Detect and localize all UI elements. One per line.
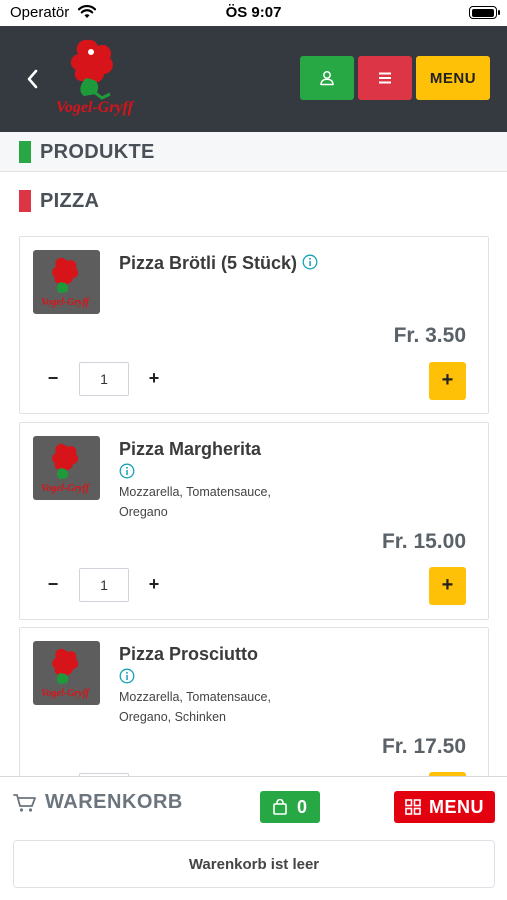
footer-menu-button[interactable]: MENU xyxy=(394,791,495,823)
account-button[interactable] xyxy=(300,56,354,100)
section-produkte: PRODUKTE xyxy=(0,132,507,172)
section-pizza: PIZZA xyxy=(0,180,507,222)
logo[interactable]: Vogel-Gryff xyxy=(50,34,142,124)
add-to-cart-button[interactable]: + xyxy=(429,567,466,605)
cart-footer: WARENKORB 0 MENU Warenkorb ist leer xyxy=(0,776,507,900)
cart-title: WARENKORB xyxy=(45,791,183,813)
product-name: Pizza Brötli (5 Stück) xyxy=(119,251,319,276)
quantity-input[interactable]: 1 xyxy=(79,362,129,396)
product-name: Pizza Margherita xyxy=(119,439,262,459)
logo-text: Vogel-Gryff xyxy=(56,99,135,116)
user-icon xyxy=(320,71,334,86)
quantity-stepper: − 1 + xyxy=(42,362,165,396)
status-bar: Operatör ÖS 9:07 xyxy=(0,0,507,26)
status-time: ÖS 9:07 xyxy=(225,4,282,21)
svg-text:Vogel-Gryff: Vogel-Gryff xyxy=(41,483,91,494)
product-description: Mozzarella, Tomatensauce, Oregano, Schin… xyxy=(119,690,271,724)
info-icon[interactable] xyxy=(302,252,318,276)
quantity-input[interactable]: 1 xyxy=(79,568,129,602)
decrease-button[interactable]: − xyxy=(42,367,64,391)
product-name: Pizza Prosciutto xyxy=(119,644,259,664)
product-image: Vogel-Gryff xyxy=(33,250,100,314)
info-icon[interactable] xyxy=(119,463,135,484)
menu-button-label: MENU xyxy=(429,69,477,87)
section-marker xyxy=(19,141,31,163)
quantity-stepper: − 1 + xyxy=(42,568,165,602)
chevron-left-icon xyxy=(27,69,38,89)
product-description: Mozzarella, Tomatensauce, Oregano xyxy=(119,485,271,519)
cart-count-button[interactable]: 0 xyxy=(260,791,320,823)
svg-text:Vogel-Gryff: Vogel-Gryff xyxy=(41,688,91,699)
increase-button[interactable]: + xyxy=(143,573,165,597)
product-image: Vogel-Gryff xyxy=(33,436,100,500)
product-price: Fr. 17.50 xyxy=(381,735,466,758)
info-icon[interactable] xyxy=(119,668,135,689)
increase-button[interactable]: + xyxy=(143,367,165,391)
back-button[interactable] xyxy=(20,64,44,92)
app-header: Vogel-Gryff MENU xyxy=(0,26,507,132)
section-title: PRODUKTE xyxy=(40,141,155,163)
product-price: Fr. 15.00 xyxy=(381,530,466,553)
cart-header: WARENKORB xyxy=(13,791,183,814)
product-price: Fr. 3.50 xyxy=(393,324,466,347)
svg-text:Vogel-Gryff: Vogel-Gryff xyxy=(41,297,91,308)
cart-empty-message: Warenkorb ist leer xyxy=(13,840,495,888)
list-icon xyxy=(379,72,391,84)
section-title: PIZZA xyxy=(40,190,100,212)
footer-menu-label: MENU xyxy=(429,796,484,817)
add-to-cart-button[interactable]: + xyxy=(429,362,466,400)
shopping-cart-icon xyxy=(13,793,36,812)
shopping-bag-icon xyxy=(273,799,287,815)
cart-count: 0 xyxy=(296,796,307,817)
product-card: Vogel-Gryff Pizza Margherita Mozzarella,… xyxy=(19,422,489,620)
product-card: Vogel-Gryff Pizza Brötli (5 Stück) Fr. 3… xyxy=(19,236,489,414)
product-image: Vogel-Gryff xyxy=(33,641,100,705)
grid-icon xyxy=(405,799,421,815)
menu-button[interactable]: MENU xyxy=(416,56,490,100)
battery-icon xyxy=(469,6,500,19)
section-marker xyxy=(19,190,31,212)
list-button[interactable] xyxy=(358,56,412,100)
decrease-button[interactable]: − xyxy=(42,573,64,597)
